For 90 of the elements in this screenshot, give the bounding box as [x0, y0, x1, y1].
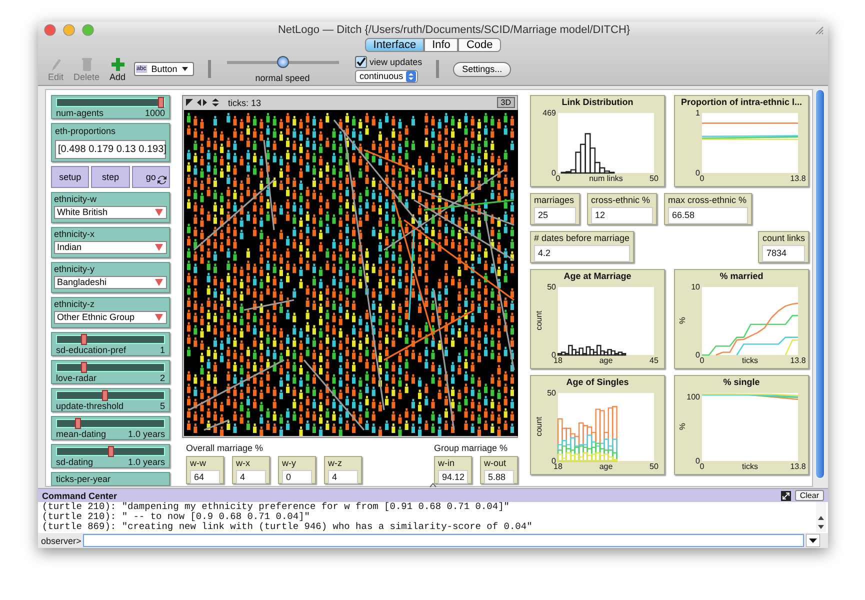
speed-label: normal speed [255, 73, 310, 84]
monitor-label: w-in [438, 458, 456, 469]
slider-label: num-agents [56, 108, 104, 119]
monitor-label: w-x [236, 458, 251, 469]
monitor-value: 0 [282, 470, 312, 484]
monitor-label: w-out [484, 458, 508, 469]
group-label: Group marriage % [434, 442, 509, 454]
monitor-label: # dates before marriage [534, 232, 630, 244]
tick-label: 0 [552, 168, 556, 178]
input-label: eth-proportions [55, 126, 117, 137]
monitor-value: 4 [328, 470, 358, 484]
tick-label: 50 [650, 462, 658, 472]
output-line: (turtle 869): "creating new link with (turtle 946) who has a similarity-score of 0.04" [42, 522, 532, 532]
tick-label: 10 [691, 282, 700, 292]
slider-label: love-radar [56, 372, 97, 384]
tick-label: 1 [696, 108, 700, 118]
chooser-label: ethnicity-w [54, 194, 98, 205]
slider-label: sd-dating [56, 456, 94, 468]
tick-label: 0 [552, 350, 556, 360]
group-label: Overall marriage % [186, 442, 264, 454]
checkbox-label: view updates [370, 56, 422, 67]
tick-label: 18 [554, 356, 562, 366]
axis-label: % [678, 423, 687, 431]
monitor-label: count links [762, 232, 805, 244]
tick-label: 50 [650, 174, 658, 184]
slider-value: 1.0 years [128, 456, 165, 468]
monitor-label: marriages [534, 194, 576, 206]
monitor-label: cross-ethnic % [591, 194, 652, 206]
monitor-value: 7834 [762, 244, 805, 262]
plot-title: Link Distribution [562, 96, 634, 108]
axis-label: count [534, 311, 543, 331]
axis-label: age [599, 356, 613, 366]
slider-label: sd-education-pref [56, 344, 126, 356]
tick-label: 0 [696, 456, 700, 466]
axis-label: num links [589, 174, 623, 184]
axis-label: % [678, 317, 687, 325]
tick-label: 18 [554, 462, 562, 472]
slider-label: update-threshold [56, 400, 124, 412]
window-title: NetLogo — Ditch {/Users/ruth/Documents/SCID/Marriage model/DITCH} [276, 24, 632, 36]
monitor-label: w-y [282, 458, 297, 469]
monitor-value: 66.58 [668, 206, 748, 224]
tick-label: 13.8 [790, 356, 806, 366]
axis-label: count [534, 417, 543, 437]
chooser-label: ethnicity-x [54, 228, 96, 240]
tick-label: 0 [696, 350, 700, 360]
monitor-value: 64 [190, 470, 220, 484]
tick-label: 0 [700, 174, 704, 184]
chooser-label: ethnicity-y [54, 264, 96, 275]
axis-label: ticks [742, 356, 758, 366]
monitor-value: 12 [591, 206, 653, 224]
tick-label: 0 [552, 456, 556, 466]
tick-label: 0 [696, 168, 700, 178]
chooser-label: ethnicity-z [54, 298, 96, 310]
monitor-label: w-w [190, 458, 207, 469]
slider-value: 2 [160, 372, 165, 384]
slider-label: mean-dating [56, 428, 106, 440]
tick-label: 13.8 [790, 174, 806, 184]
tick-counter: ticks: 13 [228, 98, 262, 108]
tick-label: 469 [542, 108, 556, 118]
plot-title: % married [720, 270, 764, 282]
tick-label: 50 [547, 282, 556, 292]
plot-title: Proportion of intra-ethnic l... [681, 96, 802, 108]
axis-label: age [599, 462, 613, 472]
monitor-value: 5.88 [484, 470, 514, 484]
monitor-value: 4 [236, 470, 266, 484]
plot-title: Age at Marriage [564, 270, 632, 282]
output-line: (turtle 210): " -- to now [0.9 0.68 0.71 0.04]" [42, 512, 311, 522]
tick-label: 0 [700, 462, 704, 472]
plot-title: % single [723, 376, 760, 388]
tick-label: 45 [650, 356, 658, 366]
tick-label: 0 [700, 356, 704, 366]
tick-label: 100 [686, 392, 700, 402]
monitor-value: 94.12 [438, 470, 468, 484]
monitor-label: max cross-ethnic % [668, 194, 748, 206]
axis-label: ticks [742, 462, 758, 472]
prompt-label: observer> [41, 536, 82, 546]
slider-value: 1000 [144, 108, 165, 119]
monitor-label: w-z [328, 458, 343, 469]
tick-label: 50 [547, 388, 556, 398]
output-line: (turtle 210): "dampening my ethnicity preference for w from [0.91 0.68 0.71 0.04]" [42, 502, 510, 512]
monitor-value: 4.2 [534, 244, 630, 262]
tick-label: 13.8 [790, 462, 806, 472]
slider-value: 1.0 years [128, 428, 165, 440]
monitor-value: 25 [534, 206, 576, 224]
slider-value: 5 [160, 400, 165, 412]
panel-title: Command Center [42, 490, 118, 500]
plot-title: Age of Singles [566, 376, 629, 388]
input-label: ticks-per-year [56, 474, 111, 484]
tick-label: 0 [556, 174, 560, 184]
slider-value: 1 [160, 344, 165, 356]
